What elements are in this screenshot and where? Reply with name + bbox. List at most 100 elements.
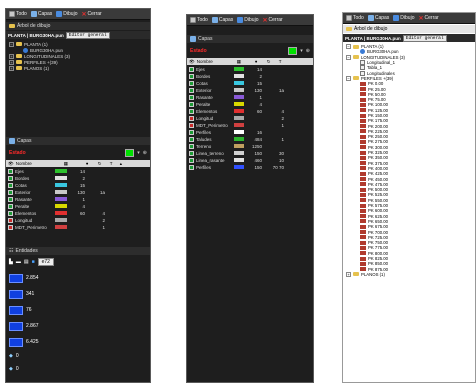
- layer-color[interactable]: [55, 176, 67, 180]
- tab-todo[interactable]: Todo: [190, 17, 208, 23]
- editor-general-button[interactable]: Editor general: [402, 34, 447, 42]
- entity-row[interactable]: 341: [6, 287, 150, 301]
- entity-row[interactable]: 6.425: [6, 335, 150, 349]
- tab-cerrar[interactable]: ✕ Cerrar: [81, 11, 101, 18]
- pk-list: PK 0.00 PK 25.00 PK 50.00 PK 75.00 PK 100.00…: [346, 81, 475, 272]
- layer-color[interactable]: [55, 204, 67, 208]
- entity-color-box[interactable]: [9, 273, 23, 283]
- layer-row[interactable]: Ejes 14: [187, 66, 313, 72]
- pin-icon[interactable]: ⊕: [306, 48, 310, 54]
- layer-row[interactable]: Linea_terreno 150 30: [187, 150, 313, 156]
- layer-color[interactable]: [234, 123, 244, 127]
- tab-cerrar[interactable]: ✕ Cerrar: [262, 17, 282, 24]
- tab-capas[interactable]: Capas: [30, 11, 52, 17]
- layer-color[interactable]: [55, 169, 67, 173]
- tab-dibujo[interactable]: Dibujo: [237, 17, 258, 23]
- expand-icon[interactable]: +: [9, 53, 14, 59]
- layer-color[interactable]: [234, 67, 244, 71]
- layer-color[interactable]: [234, 137, 244, 141]
- entity-row[interactable]: 76: [6, 303, 150, 317]
- entity-color-box[interactable]: [9, 289, 23, 299]
- layer-color[interactable]: [234, 116, 244, 120]
- collapse-icon[interactable]: −: [9, 41, 14, 47]
- tab-capas[interactable]: Capas: [211, 17, 233, 23]
- layer-row[interactable]: Perfiles 16: [187, 129, 313, 135]
- entity-select[interactable]: e72: [37, 258, 54, 266]
- layer-row[interactable]: Elementos 60 4: [6, 210, 142, 216]
- layer-color[interactable]: [55, 225, 67, 229]
- layers-icon: [190, 36, 196, 42]
- layer-row[interactable]: Terreno 1250: [187, 143, 313, 149]
- layer-row[interactable]: Cotas 15: [6, 182, 142, 188]
- dropdown-icon[interactable]: ▾: [137, 150, 140, 156]
- tab-capas[interactable]: Capas: [367, 15, 389, 21]
- entity-color-box[interactable]: [9, 321, 23, 331]
- layer-color[interactable]: [234, 81, 244, 85]
- tool-icon[interactable]: ▙: [9, 259, 13, 265]
- layer-color[interactable]: [55, 211, 67, 215]
- layer-color[interactable]: [55, 183, 67, 187]
- layer-color[interactable]: [55, 197, 67, 201]
- entity-row[interactable]: ◆ 0: [6, 363, 150, 375]
- expand-icon[interactable]: +: [9, 59, 14, 65]
- layer-row[interactable]: Exterior 130 1a: [6, 189, 142, 195]
- collapse-icon[interactable]: −: [346, 54, 351, 60]
- tab-dibujo[interactable]: Dibujo: [56, 11, 77, 17]
- layer-row[interactable]: Elementos 60 4: [187, 108, 313, 114]
- layer-row[interactable]: Exterior 130 1a: [187, 87, 313, 93]
- layer-row[interactable]: Bordes 2: [187, 73, 313, 79]
- tool-icon[interactable]: ■: [32, 259, 35, 265]
- layer-row[interactable]: Peralte 4: [6, 203, 142, 209]
- tab-todo[interactable]: Todo: [9, 11, 27, 17]
- entity-row[interactable]: ◆ 0: [6, 351, 150, 361]
- entity-row[interactable]: 2.867: [6, 319, 150, 333]
- layer-color[interactable]: [234, 130, 244, 134]
- layer-color[interactable]: [234, 109, 244, 113]
- tab-todo[interactable]: Todo: [346, 15, 364, 21]
- tree-node-planos[interactable]: + PLANOS (1): [346, 271, 475, 277]
- collapse-icon[interactable]: −: [346, 44, 351, 50]
- tab-cerrar[interactable]: ✕ Cerrar: [418, 15, 438, 22]
- layer-color[interactable]: [55, 190, 67, 194]
- tab-dibujo[interactable]: Dibujo: [393, 15, 414, 21]
- layer-row[interactable]: Rasante 1: [6, 196, 142, 202]
- layer-row[interactable]: Taludes 484 1: [187, 136, 313, 142]
- layer-row[interactable]: MDT_Perimetro 1: [187, 122, 313, 128]
- editor-general-button[interactable]: Editor general: [65, 31, 110, 39]
- layer-row[interactable]: Perfiles 150 70 70: [187, 164, 313, 170]
- layer-row[interactable]: Peralte 4: [187, 101, 313, 107]
- entity-row[interactable]: 2.854: [6, 271, 150, 285]
- layer-row[interactable]: Longitud 2: [6, 217, 142, 223]
- collapse-icon[interactable]: −: [346, 75, 351, 81]
- expand-icon[interactable]: +: [9, 65, 14, 71]
- layer-row[interactable]: Linea_rasante 460 10: [187, 157, 313, 163]
- layer-row[interactable]: Bordes 2: [6, 175, 142, 181]
- layer-row[interactable]: Longitud 2: [187, 115, 313, 121]
- layer-color[interactable]: [234, 74, 244, 78]
- pin-icon[interactable]: ⊕: [143, 150, 147, 156]
- layer-row[interactable]: Ejes 14: [6, 168, 142, 174]
- layer-color[interactable]: [234, 144, 244, 148]
- expand-icon[interactable]: +: [346, 271, 351, 277]
- dropdown-icon[interactable]: ▾: [300, 48, 303, 54]
- layer-color[interactable]: [234, 165, 244, 169]
- layer-color[interactable]: [234, 95, 244, 99]
- layer-color[interactable]: [234, 151, 244, 155]
- entity-color-box[interactable]: [9, 305, 23, 315]
- tool-icon[interactable]: ▤: [24, 259, 29, 265]
- layer-row[interactable]: Rasante 1: [187, 94, 313, 100]
- layer-color[interactable]: [234, 88, 244, 92]
- visibility-icon: 👁: [189, 58, 195, 64]
- layer-color[interactable]: [234, 158, 244, 162]
- tool-icon[interactable]: ▬: [16, 259, 21, 265]
- tree-node-planos[interactable]: + PLANOS (1): [9, 65, 150, 71]
- layer-color[interactable]: [55, 218, 67, 222]
- layer-row[interactable]: Cotas 15: [187, 80, 313, 86]
- layer-color-swatch[interactable]: [288, 46, 298, 55]
- folder-icon: [353, 76, 359, 81]
- entity-color-box[interactable]: [9, 337, 23, 347]
- layer-row[interactable]: MDT_Perimetro 1: [6, 224, 142, 230]
- layer-name: Rasante: [15, 196, 32, 202]
- layer-color[interactable]: [234, 102, 244, 106]
- layer-color-swatch[interactable]: [125, 148, 135, 157]
